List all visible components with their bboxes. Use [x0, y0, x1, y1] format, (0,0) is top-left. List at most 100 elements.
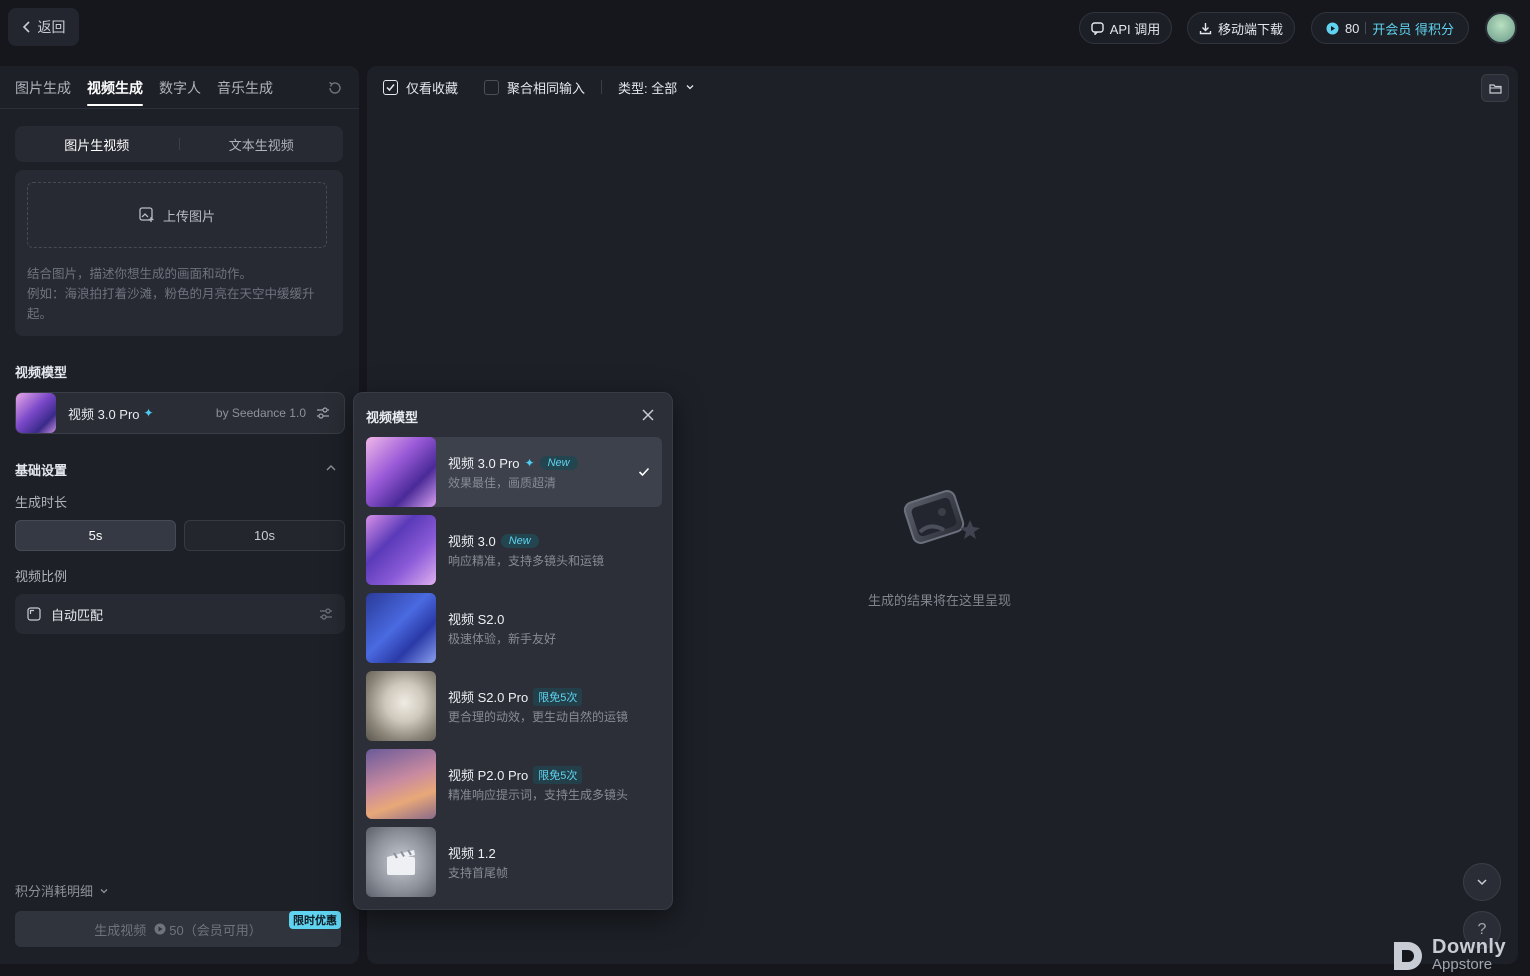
free-trial-badge: 限免5次: [533, 687, 583, 706]
selected-model-label: 视频 3.0 Pro: [68, 406, 140, 422]
model-option-video-s2-0[interactable]: 视频 S2.0 极速体验，新手友好: [366, 593, 662, 663]
mode-image-to-video[interactable]: 图片生视频: [15, 135, 179, 154]
avatar[interactable]: [1485, 12, 1517, 44]
mode-text-to-video[interactable]: 文本生视频: [180, 135, 344, 154]
model-option-video-1-2[interactable]: 视频 1.2 支持首尾帧: [366, 827, 662, 897]
favorites-checkbox[interactable]: [383, 79, 398, 95]
watermark: Downly Appstore: [1390, 936, 1520, 976]
tab-music-generation[interactable]: 音乐生成: [217, 78, 273, 106]
generate-cost-value: 50（会员可用）: [169, 922, 262, 938]
mobile-download-button[interactable]: 移动端下载: [1187, 12, 1295, 44]
back-label: 返回: [37, 19, 66, 35]
option-thumbnail: [366, 437, 436, 507]
folder-icon: [1488, 83, 1502, 94]
option-name: 视频 3.0 Pro ✦ New: [448, 453, 628, 472]
close-icon[interactable]: [641, 408, 655, 422]
prompt-hint: 结合图片，描述你想生成的画面和动作。 例如：海浪拍打着沙滩，粉色的月亮在天空中缓…: [27, 264, 332, 324]
watermark-sub: Appstore: [1432, 956, 1493, 973]
credits-divider: [1365, 22, 1367, 34]
basic-settings-title: 基础设置: [15, 463, 68, 478]
scroll-down-button[interactable]: [1463, 863, 1501, 901]
ratio-selector[interactable]: 自动匹配: [15, 594, 345, 634]
chat-bubble-icon: [1091, 21, 1104, 35]
sliders-icon[interactable]: [316, 406, 330, 420]
option-body: 视频 S2.0 Pro 限免5次 更合理的动效，更生动自然的运镜: [448, 687, 628, 725]
generate-cost: 50（会员可用）: [154, 920, 262, 939]
downly-logo-icon: [1394, 942, 1422, 970]
filter-divider: [601, 80, 603, 94]
check-icon: [638, 467, 650, 477]
membership-link[interactable]: 开会员 得积分: [1372, 19, 1454, 38]
duration-label: 生成时长: [15, 495, 68, 510]
type-filter[interactable]: 类型: 全部: [618, 78, 677, 97]
refresh-icon[interactable]: [327, 80, 343, 96]
model-option-video-s2-0-pro[interactable]: 视频 S2.0 Pro 限免5次 更合理的动效，更生动自然的运镜: [366, 671, 662, 741]
chevron-down-icon[interactable]: [685, 82, 695, 92]
tab-image-generation[interactable]: 图片生成: [15, 78, 71, 106]
check-icon: [386, 83, 395, 91]
credits-pill[interactable]: 80 开会员 得积分: [1311, 12, 1469, 44]
api-button[interactable]: API 调用: [1079, 12, 1172, 44]
favorites-label[interactable]: 仅看收藏: [406, 78, 458, 97]
credits-value: 80: [1344, 20, 1360, 36]
chevron-left-icon: [22, 21, 30, 33]
duration-5s-button[interactable]: 5s: [15, 520, 176, 551]
sliders-icon: [320, 608, 332, 620]
generation-tabs: 图片生成 视频生成 数字人 音乐生成: [15, 78, 273, 106]
option-name: 视频 S2.0 Pro 限免5次: [448, 687, 628, 706]
empty-image-icon: [903, 490, 980, 544]
ratio-value: 自动匹配: [51, 607, 104, 623]
cost-detail-label: 积分消耗明细: [15, 884, 94, 899]
option-name: 视频 P2.0 Pro 限免5次: [448, 765, 628, 784]
model-option-video-3-0[interactable]: 视频 3.0 New 响应精准，支持多镜头和运镜: [366, 515, 662, 585]
option-name: 视频 1.2: [448, 843, 628, 862]
tabs-divider: [0, 108, 359, 109]
cost-detail-toggle[interactable]: 积分消耗明细: [15, 881, 109, 900]
back-button[interactable]: 返回: [8, 8, 79, 46]
group-same-checkbox[interactable]: [484, 79, 500, 95]
clapperboard-icon: [387, 849, 415, 875]
option-thumbnail: [366, 515, 436, 585]
option-description: 精准响应提示词，支持生成多镜头: [448, 788, 629, 802]
option-thumbnail: [366, 827, 436, 897]
option-body: 视频 P2.0 Pro 限免5次 精准响应提示词，支持生成多镜头: [448, 765, 628, 803]
generate-label: 生成视频: [94, 922, 147, 938]
tab-digital-human[interactable]: 数字人: [159, 78, 201, 106]
sparkle-icon: ✦: [524, 455, 535, 470]
tab-video-generation[interactable]: 视频生成: [87, 78, 143, 106]
chevron-up-icon[interactable]: [325, 462, 337, 474]
model-thumbnail: [16, 393, 56, 433]
filter-bar: 仅看收藏 聚合相同输入 类型: 全部: [383, 78, 695, 96]
ratio-label: 视频比例: [15, 569, 68, 584]
mobile-download-label: 移动端下载: [1217, 21, 1283, 37]
popover-title: 视频模型: [366, 410, 419, 425]
option-name-label: 视频 1.2: [448, 846, 496, 861]
option-description: 效果最佳，画质超清: [448, 476, 557, 490]
coin-icon: [154, 923, 166, 935]
api-label: API 调用: [1109, 21, 1161, 37]
upload-label: 上传图片: [162, 208, 215, 224]
option-name-label: 视频 3.0 Pro: [448, 456, 520, 471]
folder-button[interactable]: [1481, 74, 1509, 102]
model-option-video-p2-0-pro[interactable]: 视频 P2.0 Pro 限免5次 精准响应提示词，支持生成多镜头: [366, 749, 662, 819]
model-selector[interactable]: 视频 3.0 Pro ✦ by Seedance 1.0: [15, 392, 345, 434]
watermark-main: Downly: [1432, 936, 1507, 958]
option-thumbnail: [366, 593, 436, 663]
group-same-label[interactable]: 聚合相同输入: [507, 78, 585, 97]
option-description: 支持首尾帧: [448, 866, 509, 880]
download-icon: [1199, 22, 1212, 34]
coin-icon: [1326, 22, 1339, 34]
option-body: 视频 S2.0 极速体验，新手友好: [448, 609, 628, 647]
option-thumbnail: [366, 749, 436, 819]
empty-state-text: 生成的结果将在这里呈现: [868, 593, 1012, 608]
option-name-label: 视频 3.0: [448, 534, 496, 549]
option-description: 响应精准，支持多镜头和运镜: [448, 554, 605, 568]
model-option-video-3-0-pro[interactable]: 视频 3.0 Pro ✦ New 效果最佳，画质超清: [366, 437, 662, 507]
option-name-label: 视频 S2.0 Pro: [448, 690, 529, 705]
watermark-text: Downly Appstore: [1432, 936, 1507, 974]
selected-model-name: 视频 3.0 Pro ✦: [68, 404, 154, 423]
option-name-label: 视频 P2.0 Pro: [448, 768, 529, 783]
duration-10s-button[interactable]: 10s: [184, 520, 345, 551]
upload-image-button[interactable]: 上传图片: [27, 182, 327, 248]
chevron-down-icon: [1477, 879, 1487, 886]
